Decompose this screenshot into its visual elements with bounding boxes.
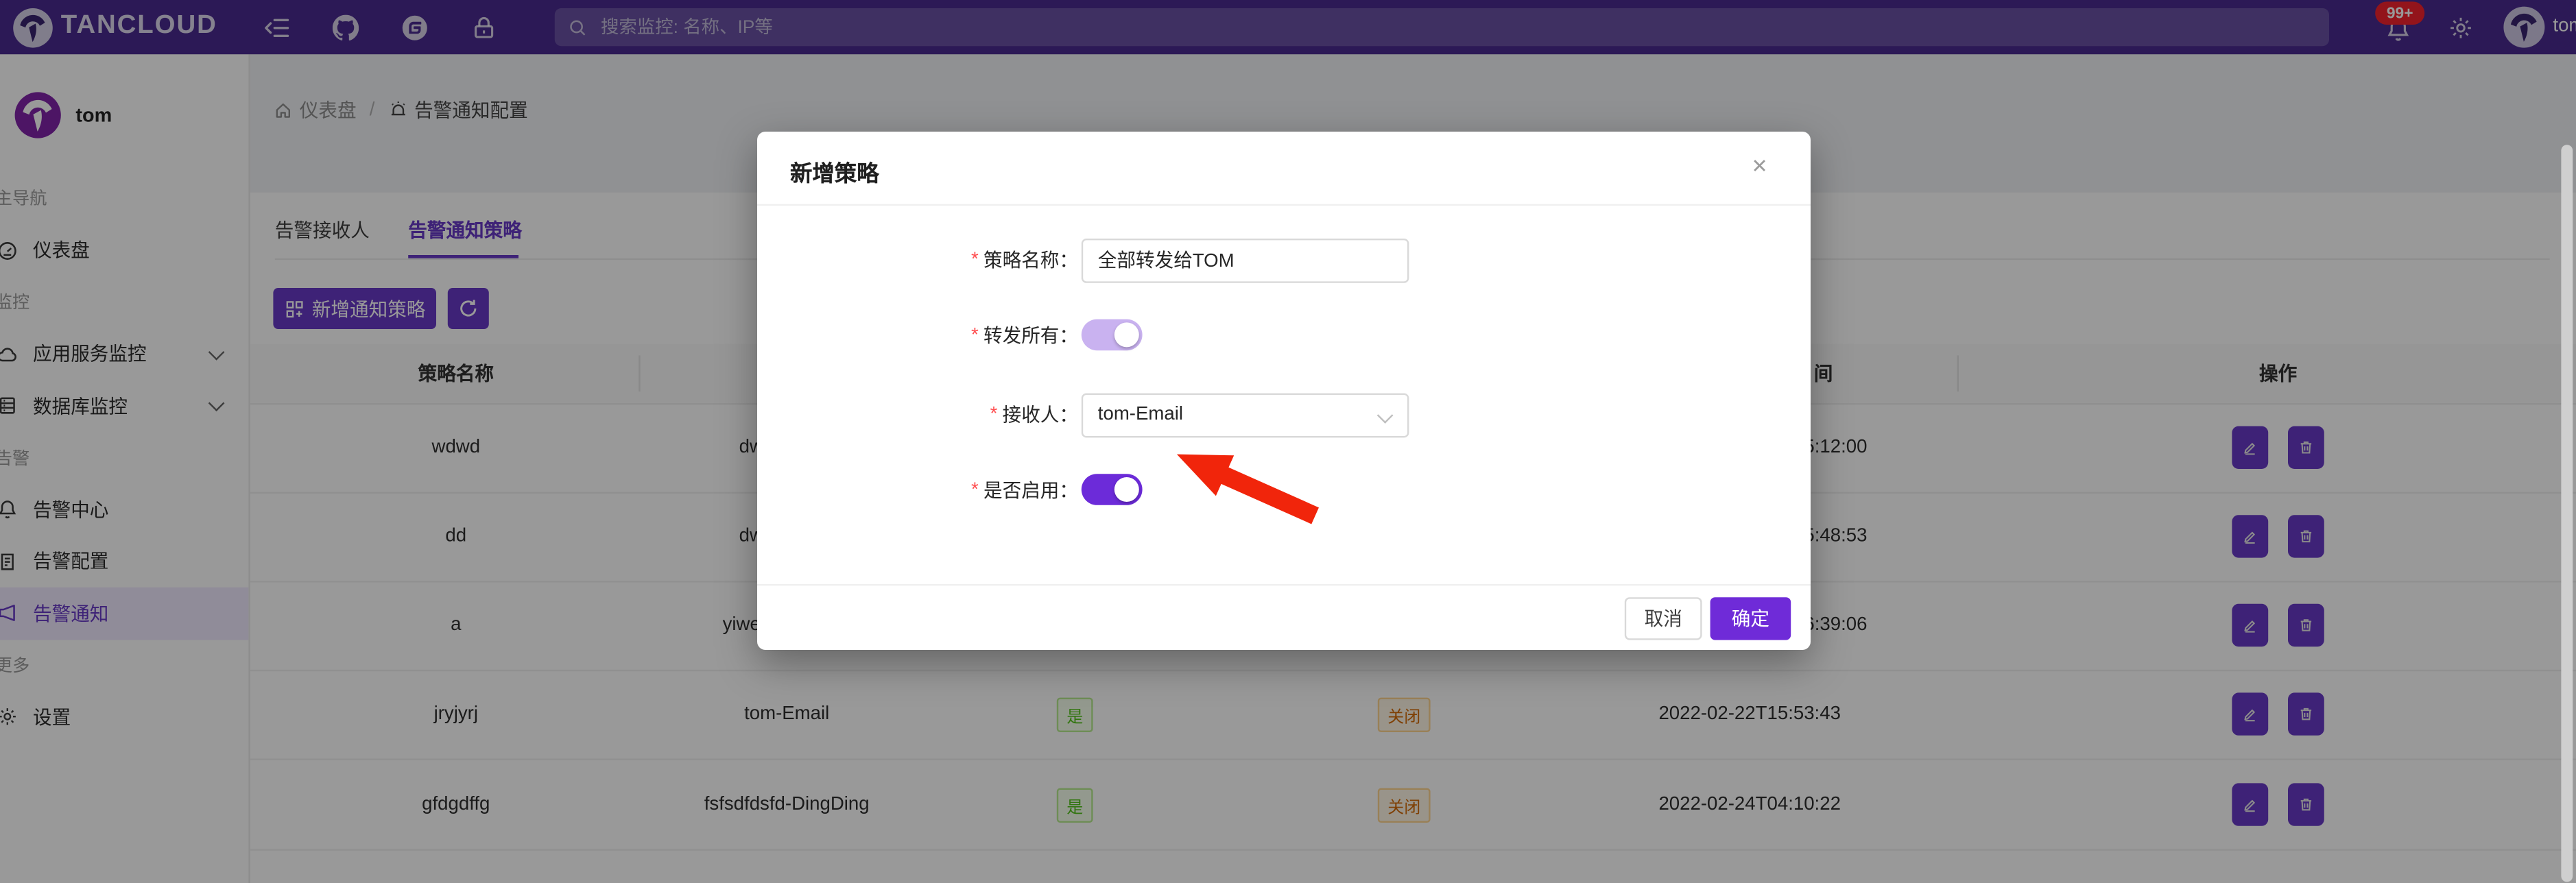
receiver-select[interactable]: tom-Email [1082, 392, 1409, 437]
policy-name-input[interactable] [1082, 238, 1409, 282]
receiver-select-value: tom-Email [1098, 404, 1183, 424]
forward-all-toggle[interactable] [1082, 319, 1143, 351]
enable-toggle[interactable] [1082, 474, 1143, 505]
form-row-enable: * 是否启用： [757, 474, 1811, 505]
enable-label: 是否启用： [983, 476, 1078, 503]
add-policy-modal: 新增策略 ✕ * 策略名称： * 转发所有： * 接收人： [757, 132, 1811, 650]
field-label: * 是否启用： [757, 474, 1078, 505]
close-icon[interactable]: ✕ [1741, 153, 1778, 179]
required-mark: * [971, 325, 979, 345]
field-label: * 接收人： [757, 391, 1078, 437]
cancel-button[interactable]: 取消 [1625, 597, 1702, 640]
toggle-knob [1114, 477, 1139, 502]
toggle-knob [1114, 322, 1139, 347]
ok-button[interactable]: 确定 [1710, 597, 1791, 640]
required-mark: * [971, 480, 979, 500]
required-mark: * [971, 250, 979, 270]
form-row-forward-all: * 转发所有： [757, 319, 1811, 351]
policy-name-label: 策略名称： [983, 247, 1078, 273]
app-viewport: TANCLOUD 99+ tom [0, 0, 2576, 883]
modal-footer: 取消 确定 [757, 584, 1811, 651]
required-mark: * [990, 404, 998, 424]
form-row-receiver: * 接收人： tom-Email [757, 391, 1811, 437]
form-row-policy-name: * 策略名称： [757, 237, 1811, 283]
receiver-label: 接收人： [1003, 402, 1078, 428]
field-label: * 转发所有： [757, 319, 1078, 351]
chevron-down-icon [1377, 407, 1394, 423]
field-label: * 策略名称： [757, 237, 1078, 283]
modal-header-divider [757, 204, 1811, 206]
vertical-scrollbar[interactable] [2561, 145, 2573, 882]
modal-title: 新增策略 [790, 155, 879, 188]
forward-all-label: 转发所有： [983, 322, 1078, 348]
